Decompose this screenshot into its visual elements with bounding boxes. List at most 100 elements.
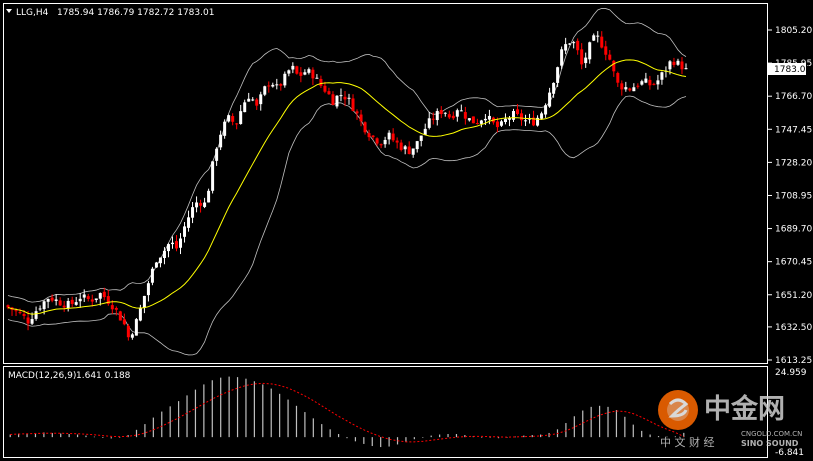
candle[interactable] (263, 85, 267, 97)
candle[interactable] (644, 72, 648, 84)
candle[interactable] (415, 140, 419, 153)
candle[interactable] (287, 69, 291, 77)
candle[interactable] (271, 82, 275, 88)
candle[interactable] (219, 130, 223, 151)
candle[interactable] (632, 83, 636, 92)
candle[interactable] (664, 66, 668, 78)
candle[interactable] (122, 313, 126, 326)
candle[interactable] (223, 119, 227, 139)
candle[interactable] (94, 298, 98, 303)
candle[interactable] (299, 67, 303, 83)
candle[interactable] (243, 99, 247, 113)
candle[interactable] (467, 118, 471, 122)
candle[interactable] (38, 305, 42, 312)
candle[interactable] (636, 83, 640, 89)
candle[interactable] (319, 75, 323, 88)
candle[interactable] (70, 296, 74, 307)
candle[interactable] (604, 40, 608, 61)
candle[interactable] (175, 235, 178, 252)
candle[interactable] (86, 293, 90, 302)
candle[interactable] (106, 289, 110, 306)
candle[interactable] (443, 112, 447, 117)
dropdown-triangle-icon[interactable] (6, 9, 12, 13)
candle[interactable] (58, 297, 62, 306)
candle[interactable] (628, 87, 632, 92)
candle[interactable] (588, 41, 592, 64)
candle[interactable] (118, 310, 122, 321)
candle[interactable] (195, 196, 199, 213)
candle[interactable] (564, 37, 568, 55)
candle[interactable] (672, 57, 676, 68)
candle[interactable] (524, 114, 528, 127)
candle[interactable] (142, 295, 146, 314)
candle[interactable] (503, 113, 507, 125)
candle[interactable] (656, 74, 660, 90)
candle[interactable] (275, 78, 279, 90)
candle[interactable] (170, 236, 174, 249)
candle[interactable] (199, 199, 203, 213)
candle[interactable] (255, 97, 259, 110)
candle[interactable] (150, 266, 154, 286)
candle[interactable] (291, 62, 295, 74)
candle[interactable] (62, 300, 66, 312)
candle[interactable] (419, 135, 423, 147)
candle[interactable] (6, 304, 10, 310)
candle[interactable] (411, 148, 415, 158)
candle[interactable] (134, 318, 138, 336)
candle[interactable] (283, 71, 287, 88)
candle[interactable] (676, 58, 680, 66)
candle[interactable] (146, 280, 150, 302)
candle[interactable] (620, 80, 624, 96)
candle[interactable] (259, 91, 263, 111)
candle[interactable] (90, 294, 94, 307)
candle[interactable] (203, 197, 207, 209)
candle[interactable] (600, 31, 604, 49)
candle[interactable] (552, 82, 556, 98)
candle[interactable] (624, 81, 628, 92)
candle[interactable] (684, 63, 688, 70)
candle[interactable] (427, 111, 431, 130)
candle[interactable] (126, 323, 130, 341)
candle[interactable] (463, 106, 467, 125)
candle[interactable] (403, 144, 407, 155)
candle[interactable] (648, 75, 652, 90)
candle[interactable] (78, 292, 82, 308)
candle[interactable] (584, 52, 588, 68)
candle[interactable] (548, 87, 552, 108)
candle[interactable] (311, 67, 315, 86)
candle[interactable] (423, 123, 427, 136)
candle[interactable] (379, 143, 383, 149)
candle[interactable] (540, 111, 544, 120)
candle[interactable] (331, 91, 335, 106)
candle[interactable] (479, 119, 483, 128)
candle[interactable] (191, 201, 195, 224)
candle[interactable] (247, 92, 251, 102)
candle[interactable] (327, 87, 331, 95)
candle[interactable] (211, 161, 215, 194)
candle[interactable] (183, 222, 187, 243)
candle[interactable] (307, 67, 311, 75)
candle[interactable] (616, 71, 620, 87)
candle[interactable] (138, 304, 142, 322)
candle[interactable] (391, 128, 395, 143)
candle[interactable] (347, 93, 351, 105)
candle[interactable] (596, 31, 600, 43)
candle[interactable] (207, 188, 211, 203)
candle[interactable] (580, 43, 584, 70)
candle[interactable] (572, 40, 576, 49)
candle[interactable] (399, 139, 403, 152)
candle[interactable] (339, 88, 343, 102)
candle[interactable] (459, 104, 463, 112)
candle[interactable] (54, 294, 58, 306)
candle[interactable] (576, 38, 580, 55)
candle[interactable] (407, 141, 411, 155)
candle[interactable] (652, 82, 656, 86)
candle[interactable] (154, 261, 158, 268)
candle[interactable] (46, 298, 50, 309)
candle[interactable] (66, 297, 70, 312)
candle[interactable] (608, 49, 612, 61)
candle[interactable] (215, 147, 219, 166)
candle[interactable] (239, 104, 243, 125)
candlesticks[interactable] (6, 31, 688, 341)
candle[interactable] (556, 66, 560, 88)
